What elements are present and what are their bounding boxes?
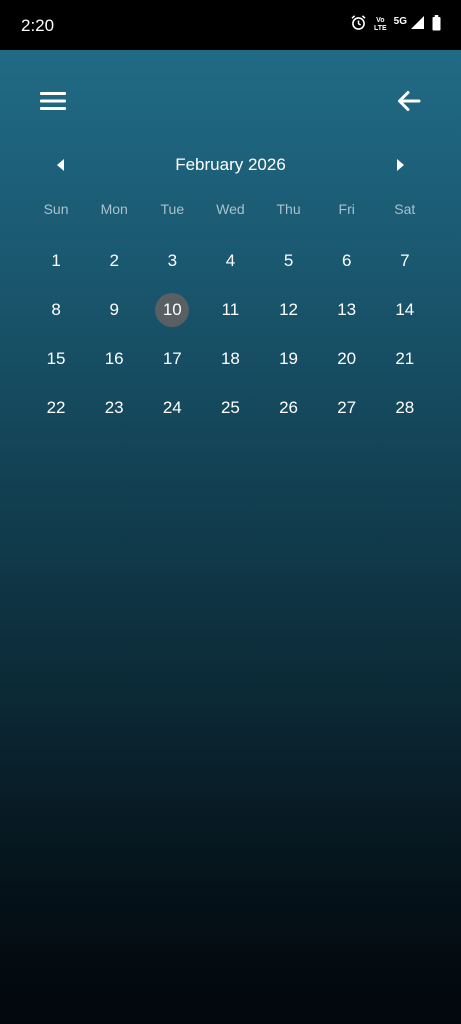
day-cell[interactable]: 28 (376, 383, 434, 432)
signal-icon (410, 15, 425, 35)
day-number-selected: 10 (155, 292, 190, 327)
week-row: 22 23 24 25 26 27 28 (27, 383, 434, 432)
day-number: 23 (104, 397, 124, 417)
network-type-label: 5G (393, 16, 407, 27)
week-row: 8 9 10 11 12 13 14 (27, 285, 434, 334)
day-cell[interactable]: 26 (260, 383, 318, 432)
day-cell[interactable]: 1 (27, 236, 85, 285)
day-number: 1 (51, 250, 61, 270)
day-cell[interactable]: 21 (376, 334, 434, 383)
day-number: 2 (109, 250, 119, 270)
day-number: 8 (51, 299, 61, 319)
day-number: 3 (167, 250, 178, 270)
day-cell[interactable]: 13 (318, 285, 376, 334)
day-cell[interactable]: 2 (85, 236, 143, 285)
week-row: 1 2 3 4 5 6 7 (27, 236, 434, 285)
day-cell[interactable]: 4 (201, 236, 259, 285)
day-cell[interactable]: 25 (201, 383, 259, 432)
day-number: 14 (395, 299, 415, 319)
volte-top-label: Vo (376, 17, 385, 24)
day-number: 12 (279, 299, 299, 319)
day-number: 9 (109, 299, 119, 319)
day-number: 20 (337, 348, 357, 368)
screen: 2:20 Vo LTE 5G February 2026 Sun Mon Tue… (0, 0, 461, 1024)
day-number: 6 (341, 250, 352, 270)
day-cell[interactable]: 16 (85, 334, 143, 383)
day-number: 17 (162, 348, 182, 368)
day-number: 4 (225, 250, 236, 270)
volte-icon: Vo LTE (374, 17, 387, 33)
battery-icon (432, 14, 441, 36)
day-cell[interactable]: 5 (260, 236, 318, 285)
day-number: 27 (337, 397, 357, 417)
back-button[interactable] (392, 88, 426, 118)
day-cell[interactable]: 9 (85, 285, 143, 334)
day-cell[interactable]: 8 (27, 285, 85, 334)
day-cell[interactable]: 20 (318, 334, 376, 383)
day-cell[interactable]: 14 (376, 285, 434, 334)
day-number: 18 (220, 348, 240, 368)
day-cell[interactable]: 23 (85, 383, 143, 432)
day-cell[interactable]: 18 (201, 334, 259, 383)
day-number: 28 (395, 397, 415, 417)
day-cell[interactable]: 7 (376, 236, 434, 285)
day-number: 19 (279, 348, 299, 368)
triangle-right-icon (396, 158, 404, 176)
next-month-button[interactable] (387, 154, 413, 180)
day-number: 16 (104, 348, 124, 368)
month-header: February 2026 (0, 150, 461, 184)
day-cell[interactable]: 22 (27, 383, 85, 432)
day-cell[interactable]: 27 (318, 383, 376, 432)
weekday-label: Thu (276, 201, 301, 217)
weekday-label: Tue (160, 201, 185, 217)
weekday-label: Sun (43, 201, 69, 217)
calendar-grid: Sun Mon Tue Wed Thu Fri Sat 1 2 3 4 5 6 … (27, 195, 434, 432)
volte-bottom-label: LTE (373, 25, 387, 32)
day-cell[interactable]: 19 (260, 334, 318, 383)
day-number: 26 (279, 397, 299, 417)
day-number: 22 (46, 397, 66, 417)
weekday-label: Sat (394, 201, 416, 217)
day-cell-selected[interactable]: 10 (143, 285, 201, 334)
weekday-label: Wed (216, 201, 245, 217)
day-cell[interactable]: 11 (201, 285, 259, 334)
day-cell[interactable]: 3 (143, 236, 201, 285)
day-cell[interactable]: 24 (143, 383, 201, 432)
day-cell[interactable]: 6 (318, 236, 376, 285)
weekday-label: Fri (338, 201, 355, 217)
menu-button[interactable] (36, 88, 70, 118)
hamburger-icon (40, 91, 66, 116)
day-number: 5 (283, 250, 294, 270)
day-number: 21 (395, 348, 415, 368)
status-bar: 2:20 Vo LTE 5G (0, 0, 461, 50)
day-number: 24 (162, 397, 182, 417)
day-number: 25 (220, 397, 240, 417)
day-number: 13 (337, 299, 357, 319)
arrow-left-icon (397, 90, 421, 117)
day-number: 11 (221, 299, 240, 319)
alarm-icon (350, 14, 367, 36)
day-number: 7 (400, 250, 410, 270)
day-cell[interactable]: 15 (27, 334, 85, 383)
day-number: 15 (46, 348, 66, 368)
status-time: 2:20 (21, 16, 55, 35)
status-icons: Vo LTE 5G (350, 14, 441, 36)
app-content: February 2026 Sun Mon Tue Wed Thu Fri Sa… (0, 50, 461, 1024)
weekday-header-row: Sun Mon Tue Wed Thu Fri Sat (27, 195, 434, 223)
day-cell[interactable]: 12 (260, 285, 318, 334)
day-cell[interactable]: 17 (143, 334, 201, 383)
week-row: 15 16 17 18 19 20 21 (27, 334, 434, 383)
weekday-label: Mon (100, 201, 128, 217)
